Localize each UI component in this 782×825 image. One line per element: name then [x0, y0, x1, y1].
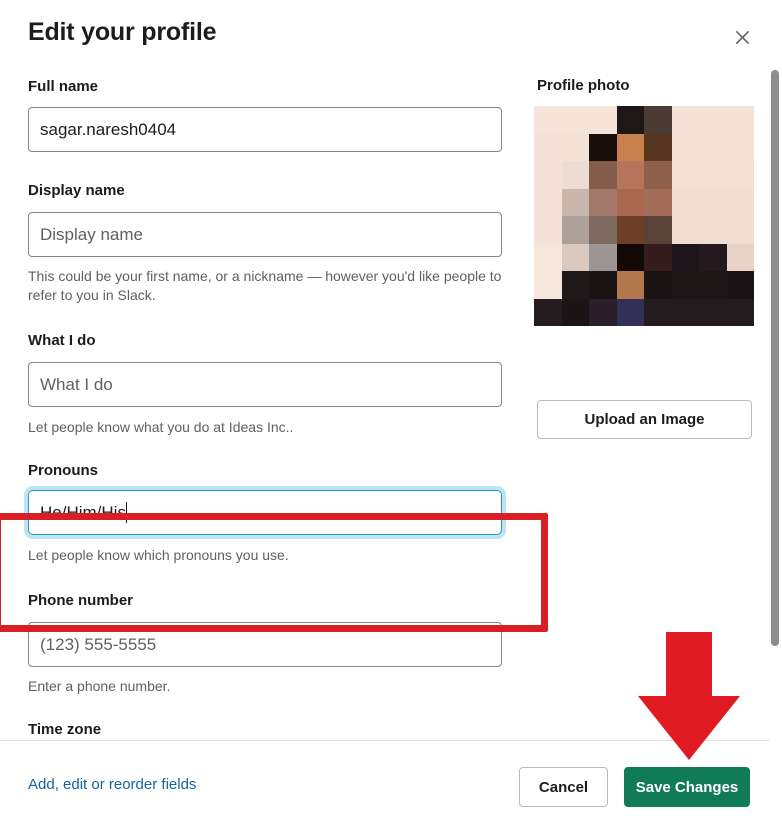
photo-pixel [534, 216, 562, 244]
photo-pixel [589, 298, 617, 326]
edit-profile-dialog: Edit your profile Full name Display name… [0, 0, 782, 825]
footer-divider [0, 740, 770, 741]
phone-number-help: Enter a phone number. [28, 678, 171, 694]
photo-pixel [616, 298, 644, 326]
photo-pixel [671, 106, 699, 134]
close-icon[interactable] [726, 21, 758, 53]
photo-pixel [644, 271, 672, 299]
photo-pixel [644, 298, 672, 326]
photo-pixel [699, 243, 727, 271]
photo-pixel [644, 133, 672, 161]
photo-pixel [616, 243, 644, 271]
full-name-input[interactable] [28, 107, 502, 152]
photo-pixel [671, 161, 699, 189]
pronouns-label: Pronouns [28, 462, 98, 479]
photo-pixel [671, 216, 699, 244]
photo-pixel [644, 243, 672, 271]
photo-pixel [534, 243, 562, 271]
photo-pixel [589, 216, 617, 244]
photo-pixel [644, 216, 672, 244]
photo-pixel [616, 271, 644, 299]
what-i-do-input[interactable] [28, 362, 502, 407]
photo-pixel [699, 298, 727, 326]
photo-pixel [561, 106, 589, 134]
photo-pixel [699, 271, 727, 299]
photo-pixel [561, 161, 589, 189]
photo-pixel [589, 243, 617, 271]
photo-pixel [726, 161, 754, 189]
upload-image-button[interactable]: Upload an Image [537, 400, 752, 439]
scrollbar-thumb[interactable] [771, 70, 779, 646]
pronouns-help: Let people know which pronouns you use. [28, 547, 289, 563]
photo-pixel [726, 106, 754, 134]
photo-pixel [699, 133, 727, 161]
photo-pixel [561, 243, 589, 271]
display-name-label: Display name [28, 182, 125, 199]
photo-pixel [671, 188, 699, 216]
photo-pixel [726, 243, 754, 271]
display-name-help: This could be your first name, or a nick… [28, 268, 502, 303]
what-i-do-label: What I do [28, 332, 96, 349]
photo-pixel [561, 133, 589, 161]
photo-pixel [726, 271, 754, 299]
photo-pixel [616, 216, 644, 244]
photo-pixel [671, 271, 699, 299]
photo-pixel [699, 188, 727, 216]
pronouns-input-value: He/Him/His [40, 502, 126, 522]
photo-pixel [616, 161, 644, 189]
photo-pixel [726, 133, 754, 161]
pronouns-input[interactable]: He/Him/His [28, 490, 502, 535]
photo-pixel [699, 161, 727, 189]
photo-pixel [561, 188, 589, 216]
photo-pixel [534, 106, 562, 134]
photo-pixel [726, 188, 754, 216]
profile-photo-pixels [534, 106, 754, 326]
photo-pixel [699, 216, 727, 244]
phone-number-label: Phone number [28, 592, 134, 609]
display-name-input[interactable] [28, 212, 502, 257]
photo-pixel [671, 133, 699, 161]
photo-pixel [616, 106, 644, 134]
photo-pixel [561, 298, 589, 326]
what-i-do-help: Let people know what you do at Ideas Inc… [28, 419, 294, 435]
photo-pixel [589, 271, 617, 299]
photo-pixel [561, 216, 589, 244]
photo-pixel [616, 133, 644, 161]
photo-pixel [726, 216, 754, 244]
photo-pixel [671, 298, 699, 326]
photo-pixel [534, 133, 562, 161]
photo-pixel [534, 161, 562, 189]
photo-pixel [644, 188, 672, 216]
page-title: Edit your profile [28, 18, 217, 46]
photo-pixel [699, 106, 727, 134]
photo-pixel [534, 188, 562, 216]
photo-pixel [534, 271, 562, 299]
photo-pixel [589, 106, 617, 134]
photo-pixel [644, 106, 672, 134]
text-cursor [125, 502, 128, 523]
time-zone-label: Time zone [28, 721, 102, 738]
photo-pixel [671, 243, 699, 271]
photo-pixel [589, 188, 617, 216]
full-name-label: Full name [28, 78, 99, 95]
photo-pixel [589, 133, 617, 161]
photo-pixel [589, 161, 617, 189]
add-edit-reorder-fields-link[interactable]: Add, edit or reorder fields [28, 776, 196, 793]
phone-number-input[interactable] [28, 622, 502, 667]
dialog-scroll-area: Full name Display name This could be you… [0, 62, 782, 740]
photo-pixel [726, 298, 754, 326]
photo-pixel [644, 161, 672, 189]
profile-photo-label: Profile photo [537, 77, 630, 94]
photo-pixel [534, 298, 562, 326]
photo-pixel [616, 188, 644, 216]
photo-pixel [561, 271, 589, 299]
profile-photo-image [534, 106, 754, 326]
save-changes-button[interactable]: Save Changes [624, 767, 750, 807]
cancel-button[interactable]: Cancel [519, 767, 608, 807]
